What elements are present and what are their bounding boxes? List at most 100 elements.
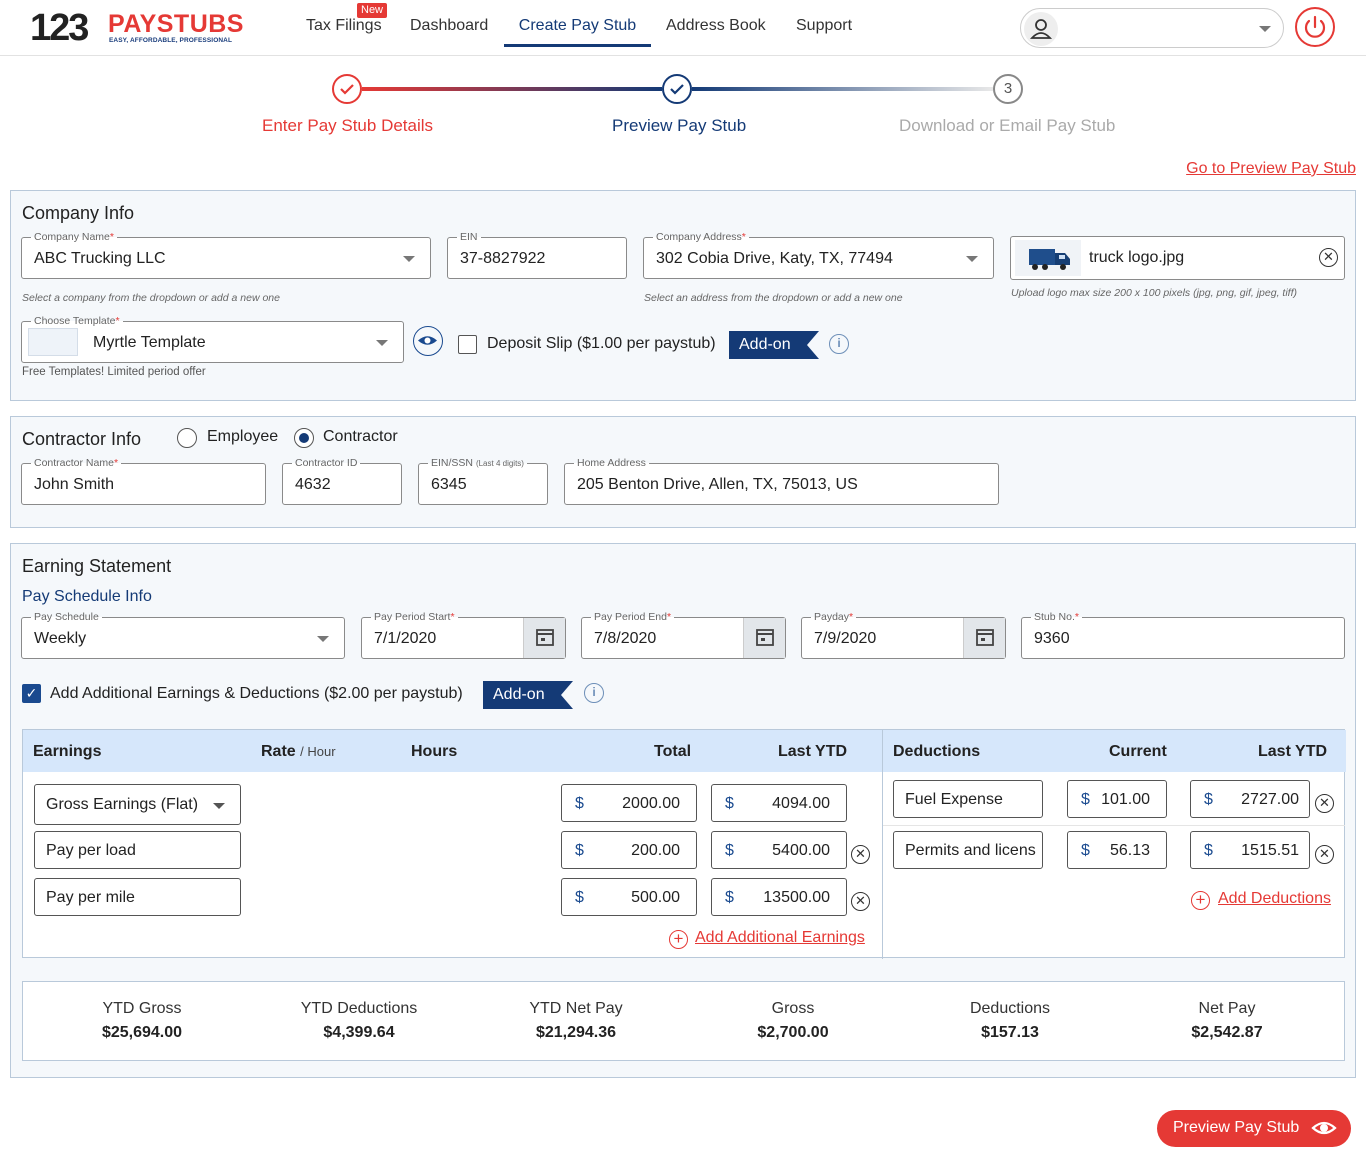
chevron-down-icon [966,256,978,262]
deduction-current-input[interactable]: $ 56.13 [1067,831,1167,869]
deduction-current-input[interactable]: $ 101.00 [1067,780,1167,818]
remove-deduction-icon[interactable]: ✕ [1315,794,1334,813]
deduction-name-input[interactable]: Fuel Expense [893,780,1043,818]
deposit-slip-label: Deposit Slip ($1.00 per paystub) [487,335,716,352]
earning-ytd-input[interactable]: $ 13500.00 [711,878,847,916]
col-rate: Rate / Hour [261,743,336,760]
earning-type-select[interactable]: Gross Earnings (Flat) [34,784,241,825]
additional-earnings-checkbox[interactable]: ✓ [22,684,41,703]
earnings-deductions-table: Earnings Rate / Hour Hours Total Last YT… [22,729,1346,959]
chevron-down-icon [376,340,388,346]
company-info-panel: Company Info Company Name* ABC Trucking … [10,190,1356,401]
col-current: Current [1109,743,1167,760]
step-line-1 [362,87,662,91]
deduction-ytd-input[interactable]: $ 1515.51 [1190,831,1310,869]
nav-create-pay-stub[interactable]: Create Pay Stub [504,0,651,47]
earning-ytd-input[interactable]: $ 5400.00 [711,831,847,869]
info-icon[interactable]: i [584,683,604,703]
logo-upload[interactable]: truck logo.jpg ✕ [1010,236,1345,280]
nav-support[interactable]: Support [796,0,852,56]
earning-total-input[interactable]: $ 2000.00 [561,784,697,822]
top-navbar: 123 PAYSTUBS EASY, AFFORDABLE, PROFESSIO… [0,0,1366,56]
earning-statement-panel: Earning Statement Pay Schedule Info Pay … [10,543,1356,1078]
nav-dashboard[interactable]: Dashboard [410,0,488,56]
pay-period-end-input[interactable]: Pay Period End* 7/8/2020 [581,610,786,659]
summary-gross: Gross $2,700.00 [757,1000,829,1041]
calendar-icon[interactable] [523,618,565,658]
summary-ytd-net-pay: YTD Net Pay $21,294.36 [529,1000,623,1041]
additional-earnings-label: Add Additional Earnings & Deductions ($2… [50,685,463,702]
deduction-ytd-input[interactable]: $ 2727.00 [1190,780,1310,818]
addon-tag: Add-on [483,681,561,709]
employee-radio[interactable] [177,428,197,448]
contractor-info-title: Contractor Info [22,429,142,449]
step-2-label: Preview Pay Stub [612,116,747,135]
logo-filename: truck logo.jpg [1089,249,1185,266]
info-icon[interactable]: i [829,334,849,354]
col-earnings: Earnings [33,743,102,760]
step-1-label: Enter Pay Stub Details [262,116,434,135]
contractor-id-input[interactable]: Contractor ID 4632 [282,456,402,505]
col-total: Total [654,743,692,760]
home-address-input[interactable]: Home Address 205 Benton Drive, Allen, TX… [564,456,999,505]
col-hours: Hours [411,743,458,760]
ssn-input[interactable]: EIN/SSN (Last 4 digits) 6345 [418,456,548,505]
add-additional-earnings-link[interactable]: Add Additional Earnings [695,929,865,947]
company-address-select[interactable]: Company Address* 302 Cobia Drive, Katy, … [643,230,994,279]
user-menu[interactable] [1020,8,1284,48]
brand-logo[interactable]: 123 PAYSTUBS EASY, AFFORDABLE, PROFESSIO… [30,8,245,48]
remove-deduction-icon[interactable]: ✕ [1315,845,1334,864]
remove-earning-icon[interactable]: ✕ [851,845,870,864]
earning-total-input[interactable]: $ 500.00 [561,878,697,916]
company-info-title: Company Info [22,203,135,223]
company-address-hint: Select an address from the dropdown or a… [644,292,903,304]
add-earnings-icon[interactable]: + [669,930,688,949]
nav-address-book[interactable]: Address Book [666,0,766,56]
payday-input[interactable]: Payday* 7/9/2020 [801,610,1006,659]
contractor-radio[interactable] [294,428,314,448]
contractor-name-input[interactable]: Contractor Name* John Smith [21,456,266,505]
chevron-down-icon [213,803,225,809]
earning-statement-title: Earning Statement [22,556,172,576]
earning-total-input[interactable]: $ 200.00 [561,831,697,869]
logo-word: PAYSTUBS [108,10,244,38]
calendar-icon[interactable] [963,618,1005,658]
remove-earning-icon[interactable]: ✕ [851,892,870,911]
step-1-check-icon [332,74,362,104]
eye-icon[interactable] [413,326,443,356]
go-to-preview-link[interactable]: Go to Preview Pay Stub [1186,160,1356,178]
deposit-slip-checkbox[interactable] [458,335,477,354]
earning-name-input[interactable]: Pay per mile [34,878,241,916]
pay-schedule-title: Pay Schedule Info [22,588,152,605]
stub-number-input[interactable]: Stub No.* 9360 [1021,610,1345,659]
summary-deductions: Deductions $157.13 [969,1000,1051,1041]
step-3-number: 3 [993,74,1023,104]
ein-input[interactable]: EIN 37-8827922 [447,230,627,279]
preview-pay-stub-button[interactable]: Preview Pay Stub [1157,1110,1351,1147]
addon-tag: Add-on [729,331,807,359]
pay-schedule-select[interactable]: Pay Schedule Weekly [21,610,345,659]
add-deductions-icon[interactable]: + [1191,891,1210,910]
col-deduction-last-ytd: Last YTD [1258,743,1328,760]
template-thumbnail [28,328,78,356]
company-name-select[interactable]: Company Name* ABC Trucking LLC [21,230,431,279]
chevron-down-icon [403,256,415,262]
template-select[interactable]: Choose Template* Myrtle Template [21,314,404,363]
step-3-label: Download or Email Pay Stub [899,116,1116,135]
step-2-check-icon [662,74,692,104]
add-deductions-link[interactable]: Add Deductions [1218,890,1331,908]
remove-logo-icon[interactable]: ✕ [1319,248,1338,267]
template-hint: Free Templates! Limited period offer [22,366,206,378]
power-icon[interactable] [1295,7,1335,47]
earning-name-input[interactable]: Pay per load [34,831,241,869]
logo-number: 123 [30,7,89,49]
logo-hint: Upload logo max size 200 x 100 pixels (j… [1011,287,1297,299]
chevron-down-icon [317,636,329,642]
pay-period-start-input[interactable]: Pay Period Start* 7/1/2020 [361,610,566,659]
pay-summary: YTD Gross $25,694.00 YTD Deductions $4,3… [22,981,1345,1061]
logo-tagline: EASY, AFFORDABLE, PROFESSIONAL [109,37,233,44]
deduction-name-input[interactable]: Permits and licens [893,831,1043,869]
company-name-hint: Select a company from the dropdown or ad… [22,292,280,304]
earning-ytd-input[interactable]: $ 4094.00 [711,784,847,822]
calendar-icon[interactable] [743,618,785,658]
